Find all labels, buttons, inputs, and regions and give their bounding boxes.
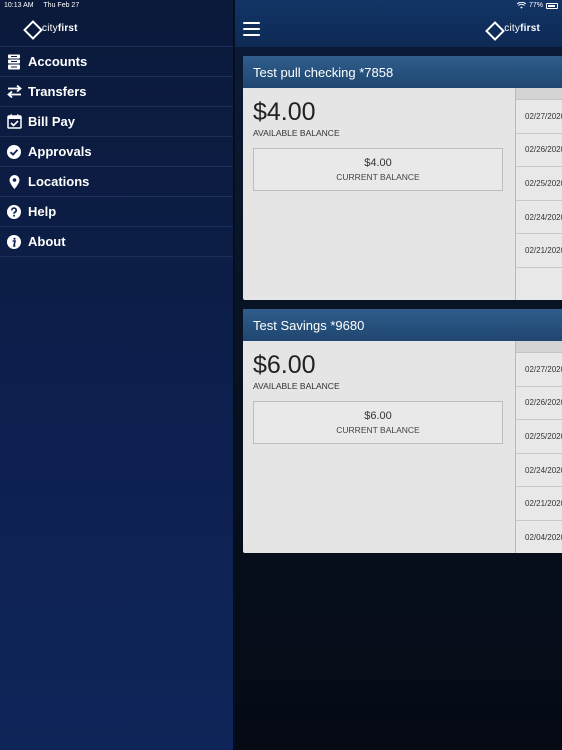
transaction-date: 02/26/2020 xyxy=(525,145,562,155)
status-time: 10:13 AM xyxy=(4,2,34,9)
wifi-icon xyxy=(516,2,526,9)
sidebar-item-label: About xyxy=(28,234,66,249)
help-icon xyxy=(6,204,22,220)
logo-text: cityfirst xyxy=(42,23,78,34)
current-balance-box: $4.00 CURRENT BALANCE xyxy=(253,148,503,191)
sidebar: cityfirst Accounts Transfers Bill Pay Ap… xyxy=(0,0,234,750)
check-circle-icon xyxy=(6,144,22,160)
status-right: 77% xyxy=(516,2,558,9)
cityfirst-logo: cityfirst xyxy=(24,21,78,35)
transaction-date: 02/27/2020 xyxy=(525,364,562,374)
current-balance-box: $6.00 CURRENT BALANCE xyxy=(253,401,503,444)
accounts-icon xyxy=(6,54,22,70)
balance-area: $4.00 AVAILABLE BALANCE $4.00 CURRENT BA… xyxy=(253,98,505,191)
sidebar-item-approvals[interactable]: Approvals xyxy=(0,137,233,167)
transaction-list: 02/27/2020 02/26/2020 02/25/2020 02/24/2… xyxy=(515,88,562,300)
available-balance-amount: $4.00 xyxy=(253,98,316,126)
transaction-list-header xyxy=(516,341,562,353)
transaction-row[interactable]: 02/24/2020 xyxy=(516,201,562,235)
cityfirst-logo-header: cityfirst xyxy=(486,22,540,36)
transaction-date: 02/21/2020 xyxy=(525,499,562,509)
sidebar-item-accounts[interactable]: Accounts xyxy=(0,47,233,77)
transaction-row[interactable]: 02/25/2020 xyxy=(516,420,562,454)
main-panel: cityfirst Test pull checking *7858 $4.00… xyxy=(235,0,562,750)
sidebar-item-bill-pay[interactable]: Bill Pay xyxy=(0,107,233,137)
calendar-icon xyxy=(6,114,22,130)
status-left: 10:13 AM Thu Feb 27 xyxy=(4,2,87,9)
account-card-body: $6.00 AVAILABLE BALANCE $6.00 CURRENT BA… xyxy=(243,341,562,553)
sidebar-item-label: Help xyxy=(28,204,57,219)
transaction-row[interactable]: 02/26/2020 xyxy=(516,387,562,421)
transaction-row[interactable]: 02/25/2020 xyxy=(516,167,562,201)
transaction-list-header xyxy=(516,88,562,100)
sidebar-item-label: Locations xyxy=(28,174,90,189)
transaction-row[interactable]: 02/27/2020 xyxy=(516,353,562,387)
sidebar-item-label: Approvals xyxy=(28,144,92,159)
logo-text-light: city xyxy=(504,23,521,34)
transaction-date: 02/25/2020 xyxy=(525,178,562,188)
available-balance-label: AVAILABLE BALANCE xyxy=(253,128,340,138)
account-card-body: $4.00 AVAILABLE BALANCE $4.00 CURRENT BA… xyxy=(243,88,562,300)
transaction-date: 02/24/2020 xyxy=(525,212,562,222)
sidebar-item-label: Accounts xyxy=(28,54,88,69)
battery-icon xyxy=(546,2,558,9)
transaction-row[interactable]: 02/27/2020 xyxy=(516,100,562,134)
available-balance-amount: $6.00 xyxy=(253,351,316,379)
sidebar-item-label: Transfers xyxy=(28,84,87,99)
logo-text: cityfirst xyxy=(504,23,540,34)
logo-diamond-icon xyxy=(24,21,38,35)
status-date: Thu Feb 27 xyxy=(43,2,80,9)
sidebar-item-transfers[interactable]: Transfers xyxy=(0,77,233,107)
account-card-header[interactable]: Test Savings *9680 xyxy=(243,309,562,341)
logo-text-light: city xyxy=(42,22,58,34)
account-card-header[interactable]: Test pull checking *7858 xyxy=(243,56,562,88)
sidebar-item-locations[interactable]: Locations xyxy=(0,167,233,197)
logo-text-bold: first xyxy=(520,23,540,34)
sidebar-item-about[interactable]: About xyxy=(0,227,233,257)
transfers-icon xyxy=(6,84,22,100)
logo-diamond-icon xyxy=(486,22,500,36)
transaction-date: 02/26/2020 xyxy=(525,398,562,408)
available-balance-label: AVAILABLE BALANCE xyxy=(253,381,340,391)
sidebar-item-label: Bill Pay xyxy=(28,114,75,129)
transaction-row[interactable]: 02/26/2020 xyxy=(516,134,562,168)
sidebar-item-help[interactable]: Help xyxy=(0,197,233,227)
transaction-row[interactable]: 02/21/2020 xyxy=(516,234,562,268)
current-balance-label: CURRENT BALANCE xyxy=(336,425,420,435)
current-balance-label: CURRENT BALANCE xyxy=(336,172,420,182)
transaction-row[interactable]: 02/04/2020 xyxy=(516,521,562,553)
battery-percent: 77% xyxy=(528,2,543,9)
transaction-date: 02/04/2020 xyxy=(525,532,562,542)
transaction-list: 02/27/2020 02/26/2020 02/25/2020 02/24/2… xyxy=(515,341,562,553)
account-title: Test Savings *9680 xyxy=(253,317,365,333)
info-icon xyxy=(6,234,22,250)
account-card-checking[interactable]: Test pull checking *7858 $4.00 AVAILABLE… xyxy=(243,56,562,300)
current-balance-amount: $6.00 xyxy=(364,410,392,422)
transaction-date: 02/27/2020 xyxy=(525,111,562,121)
account-card-savings[interactable]: Test Savings *9680 $6.00 AVAILABLE BALAN… xyxy=(243,309,562,553)
location-pin-icon xyxy=(6,174,22,190)
hamburger-menu-icon[interactable] xyxy=(243,21,260,36)
current-balance-amount: $4.00 xyxy=(364,157,392,169)
logo-text-bold: first xyxy=(57,22,78,34)
transaction-row[interactable]: 02/21/2020 xyxy=(516,487,562,521)
balance-area: $6.00 AVAILABLE BALANCE $6.00 CURRENT BA… xyxy=(253,351,505,444)
account-title: Test pull checking *7858 xyxy=(253,64,394,80)
transaction-row[interactable]: 02/24/2020 xyxy=(516,454,562,488)
status-bar: 10:13 AM Thu Feb 27 77% xyxy=(0,0,562,11)
transaction-date: 02/25/2020 xyxy=(525,431,562,441)
transaction-date: 02/21/2020 xyxy=(525,246,562,256)
transaction-date: 02/24/2020 xyxy=(525,465,562,475)
